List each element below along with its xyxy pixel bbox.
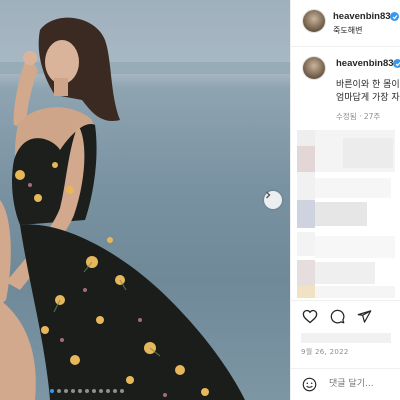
verified-badge-icon (393, 59, 400, 68)
carousel-dot (120, 389, 124, 393)
next-slide-button[interactable] (264, 191, 282, 209)
comment-bar (291, 369, 400, 400)
caption-meta: 수정됨 · 27주 (336, 111, 380, 122)
post-actions (302, 309, 372, 324)
carousel-dot (64, 389, 68, 393)
carousel-dot (50, 389, 54, 393)
post-date: 9월 26, 2022 (301, 348, 349, 356)
caption-line-1: 바른이와 한 몸이 (336, 80, 400, 90)
header-username[interactable]: heavenbin83 (333, 11, 391, 22)
caption-username[interactable]: heavenbin83 (336, 58, 394, 69)
carousel-dot (78, 389, 82, 393)
meta-separator: · (359, 112, 362, 121)
location-link[interactable]: 죽도해변 (333, 25, 362, 36)
likes-count-blurred (301, 333, 391, 343)
photo-illustration (0, 17, 290, 400)
post-photo[interactable] (0, 0, 290, 400)
carousel-dot (71, 389, 75, 393)
share-icon[interactable] (357, 309, 372, 324)
carousel-dot (57, 389, 61, 393)
carousel-dot (113, 389, 117, 393)
carousel-dot (85, 389, 89, 393)
smile-icon[interactable] (302, 377, 317, 392)
carousel-dot (99, 389, 103, 393)
heart-icon[interactable] (302, 309, 318, 324)
carousel-indicator (50, 389, 124, 393)
header-divider (291, 46, 400, 47)
carousel-dot (92, 389, 96, 393)
caption-text: 바른이와 한 몸이 엄마답게 가장 자 (336, 79, 400, 105)
edited-label: 수정됨 (336, 112, 357, 121)
post-side-panel: heavenbin83 죽도해변 heavenbin83 바른이와 한 몸이 엄… (290, 0, 400, 400)
chevron-right-icon (266, 191, 271, 199)
comment-icon[interactable] (330, 309, 345, 324)
caption-avatar[interactable] (303, 57, 325, 79)
carousel-dot (106, 389, 110, 393)
comment-input[interactable] (329, 376, 397, 392)
actions-divider (291, 300, 400, 301)
post-age[interactable]: 27주 (364, 112, 380, 121)
verified-badge-icon (390, 12, 399, 21)
avatar[interactable] (303, 10, 325, 32)
caption-line-2: 엄마답게 가장 자 (336, 93, 400, 103)
